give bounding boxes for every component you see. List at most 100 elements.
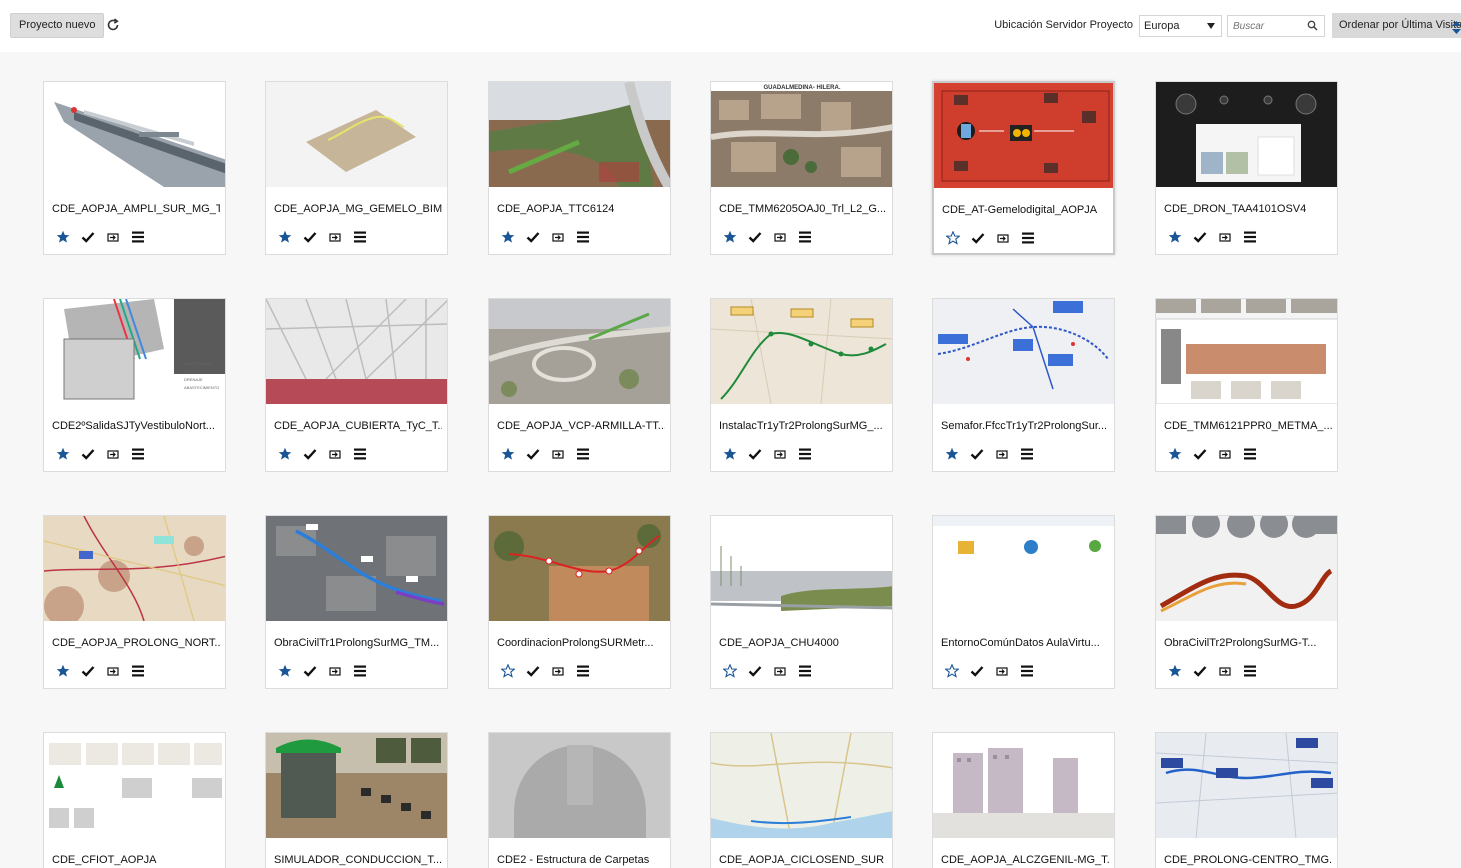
checkmark-icon[interactable] xyxy=(301,445,319,463)
project-thumbnail[interactable] xyxy=(933,299,1114,404)
project-card[interactable]: CDE2 - Estructura de Carpetas xyxy=(488,732,671,868)
star-filled-icon[interactable] xyxy=(1166,662,1184,680)
project-title[interactable]: CDE_AOPJA_ALCZGENIL-MG_T... xyxy=(941,854,1109,866)
project-card[interactable]: CDE_AOPJA_CUBIERTA_TyC_T... xyxy=(265,298,448,472)
project-thumbnail[interactable]: GUADALMEDINA- HILERA. xyxy=(711,82,892,187)
project-thumbnail[interactable] xyxy=(934,83,1113,188)
star-filled-icon[interactable] xyxy=(54,662,72,680)
checkmark-icon[interactable] xyxy=(969,229,987,247)
project-thumbnail[interactable] xyxy=(711,733,892,838)
checkmark-icon[interactable] xyxy=(301,662,319,680)
checkmark-icon[interactable] xyxy=(968,662,986,680)
project-title[interactable]: CoordinacionProlongSURMetr... xyxy=(497,637,665,649)
star-outline-icon[interactable] xyxy=(944,229,962,247)
star-filled-icon[interactable] xyxy=(721,445,739,463)
project-card[interactable]: CDE_AOPJA_TTC6124 xyxy=(488,81,671,255)
menu-icon[interactable] xyxy=(1019,229,1037,247)
project-thumbnail[interactable] xyxy=(44,733,225,838)
server-location-select[interactable]: Europa xyxy=(1139,15,1222,37)
project-title[interactable]: CDE2 - Estructura de Carpetas xyxy=(497,854,665,866)
project-title[interactable]: InstalacTr1yTr2ProlongSurMG_... xyxy=(719,420,887,432)
project-card[interactable]: CDE_AT-Gemelodigital_AOPJA xyxy=(932,81,1115,255)
project-thumbnail[interactable] xyxy=(44,516,225,621)
project-thumbnail[interactable]: BAJA TENSION TELECO DRENAJE ABASTECIMIENTO xyxy=(44,299,225,404)
star-filled-icon[interactable] xyxy=(499,445,517,463)
search-field[interactable] xyxy=(1227,15,1325,37)
new-project-button[interactable]: Proyecto nuevo xyxy=(10,13,105,38)
menu-icon[interactable] xyxy=(351,228,369,246)
checkmark-icon[interactable] xyxy=(524,228,542,246)
star-filled-icon[interactable] xyxy=(1166,228,1184,246)
project-title[interactable]: CDE_AOPJA_CICLOSEND_SUR xyxy=(719,854,887,866)
menu-icon[interactable] xyxy=(1241,228,1259,246)
menu-icon[interactable] xyxy=(1241,662,1259,680)
export-icon[interactable] xyxy=(326,228,344,246)
star-filled-icon[interactable] xyxy=(276,228,294,246)
menu-icon[interactable] xyxy=(574,228,592,246)
star-filled-icon[interactable] xyxy=(943,445,961,463)
checkmark-icon[interactable] xyxy=(1191,662,1209,680)
search-input[interactable] xyxy=(1228,16,1302,36)
project-card[interactable]: EntornoComúnDatos AulaVirtu... xyxy=(932,515,1115,689)
project-card[interactable]: CDE_DRON_TAA4101OSV4 xyxy=(1155,81,1338,255)
export-icon[interactable] xyxy=(1216,228,1234,246)
project-thumbnail[interactable] xyxy=(1156,733,1337,838)
project-title[interactable]: CDE_AOPJA_VCP-ARMILLA-TT... xyxy=(497,420,665,432)
checkmark-icon[interactable] xyxy=(301,228,319,246)
menu-icon[interactable] xyxy=(351,445,369,463)
project-card[interactable]: CDE_PROLONG-CENTRO_TMG... xyxy=(1155,732,1338,868)
project-card[interactable]: CDE_TMM6121PPR0_METMA_... xyxy=(1155,298,1338,472)
project-thumbnail[interactable] xyxy=(933,733,1114,838)
star-filled-icon[interactable] xyxy=(54,445,72,463)
project-title[interactable]: CDE_AOPJA_PROLONG_NORT... xyxy=(52,637,220,649)
export-icon[interactable] xyxy=(326,662,344,680)
export-icon[interactable] xyxy=(549,445,567,463)
menu-icon[interactable] xyxy=(1018,445,1036,463)
checkmark-icon[interactable] xyxy=(746,228,764,246)
export-icon[interactable] xyxy=(993,662,1011,680)
menu-icon[interactable] xyxy=(796,445,814,463)
project-title[interactable]: ObraCivilTr2ProlongSurMG-T... xyxy=(1164,637,1332,649)
export-icon[interactable] xyxy=(771,228,789,246)
star-filled-icon[interactable] xyxy=(276,445,294,463)
project-card[interactable]: CoordinacionProlongSURMetr... xyxy=(488,515,671,689)
project-title[interactable]: CDE_AOPJA_TTC6124 xyxy=(497,203,665,215)
project-thumbnail[interactable] xyxy=(489,82,670,187)
project-card[interactable]: CDE_AOPJA_CHU4000 xyxy=(710,515,893,689)
checkmark-icon[interactable] xyxy=(1191,445,1209,463)
export-icon[interactable] xyxy=(994,229,1012,247)
export-icon[interactable] xyxy=(993,445,1011,463)
project-card[interactable]: SIMULADOR_CONDUCCION_T... xyxy=(265,732,448,868)
menu-icon[interactable] xyxy=(1018,662,1036,680)
checkmark-icon[interactable] xyxy=(1191,228,1209,246)
menu-icon[interactable] xyxy=(129,445,147,463)
star-filled-icon[interactable] xyxy=(276,662,294,680)
project-title[interactable]: CDE_TMM6121PPR0_METMA_... xyxy=(1164,420,1332,432)
export-icon[interactable] xyxy=(1216,445,1234,463)
project-title[interactable]: Semafor.FfccTr1yTr2ProlongSur... xyxy=(941,420,1109,432)
project-card[interactable]: CDE_AOPJA_CICLOSEND_SUR xyxy=(710,732,893,868)
project-card[interactable]: CDE_AOPJA_AMPLI_SUR_MG_T... xyxy=(43,81,226,255)
menu-icon[interactable] xyxy=(1241,445,1259,463)
project-title[interactable]: CDE_CFIOT_AOPJA xyxy=(52,854,220,866)
checkmark-icon[interactable] xyxy=(968,445,986,463)
star-filled-icon[interactable] xyxy=(1166,445,1184,463)
checkmark-icon[interactable] xyxy=(746,662,764,680)
menu-icon[interactable] xyxy=(574,662,592,680)
project-thumbnail[interactable] xyxy=(1156,82,1337,187)
export-icon[interactable] xyxy=(549,228,567,246)
project-thumbnail[interactable] xyxy=(1156,299,1337,404)
export-icon[interactable] xyxy=(326,445,344,463)
project-title[interactable]: CDE_DRON_TAA4101OSV4 xyxy=(1164,203,1332,215)
project-thumbnail[interactable] xyxy=(266,82,447,187)
project-thumbnail[interactable] xyxy=(711,516,892,621)
project-card[interactable]: InstalacTr1yTr2ProlongSurMG_... xyxy=(710,298,893,472)
star-outline-icon[interactable] xyxy=(943,662,961,680)
sort-order-button[interactable]: Ordenar por Última Visita xyxy=(1332,13,1461,38)
project-thumbnail[interactable] xyxy=(266,516,447,621)
project-title[interactable]: CDE_AOPJA_CHU4000 xyxy=(719,637,887,649)
project-card[interactable]: CDE_AOPJA_PROLONG_NORT... xyxy=(43,515,226,689)
project-thumbnail[interactable] xyxy=(266,733,447,838)
project-thumbnail[interactable] xyxy=(44,82,225,187)
project-thumbnail[interactable] xyxy=(711,299,892,404)
